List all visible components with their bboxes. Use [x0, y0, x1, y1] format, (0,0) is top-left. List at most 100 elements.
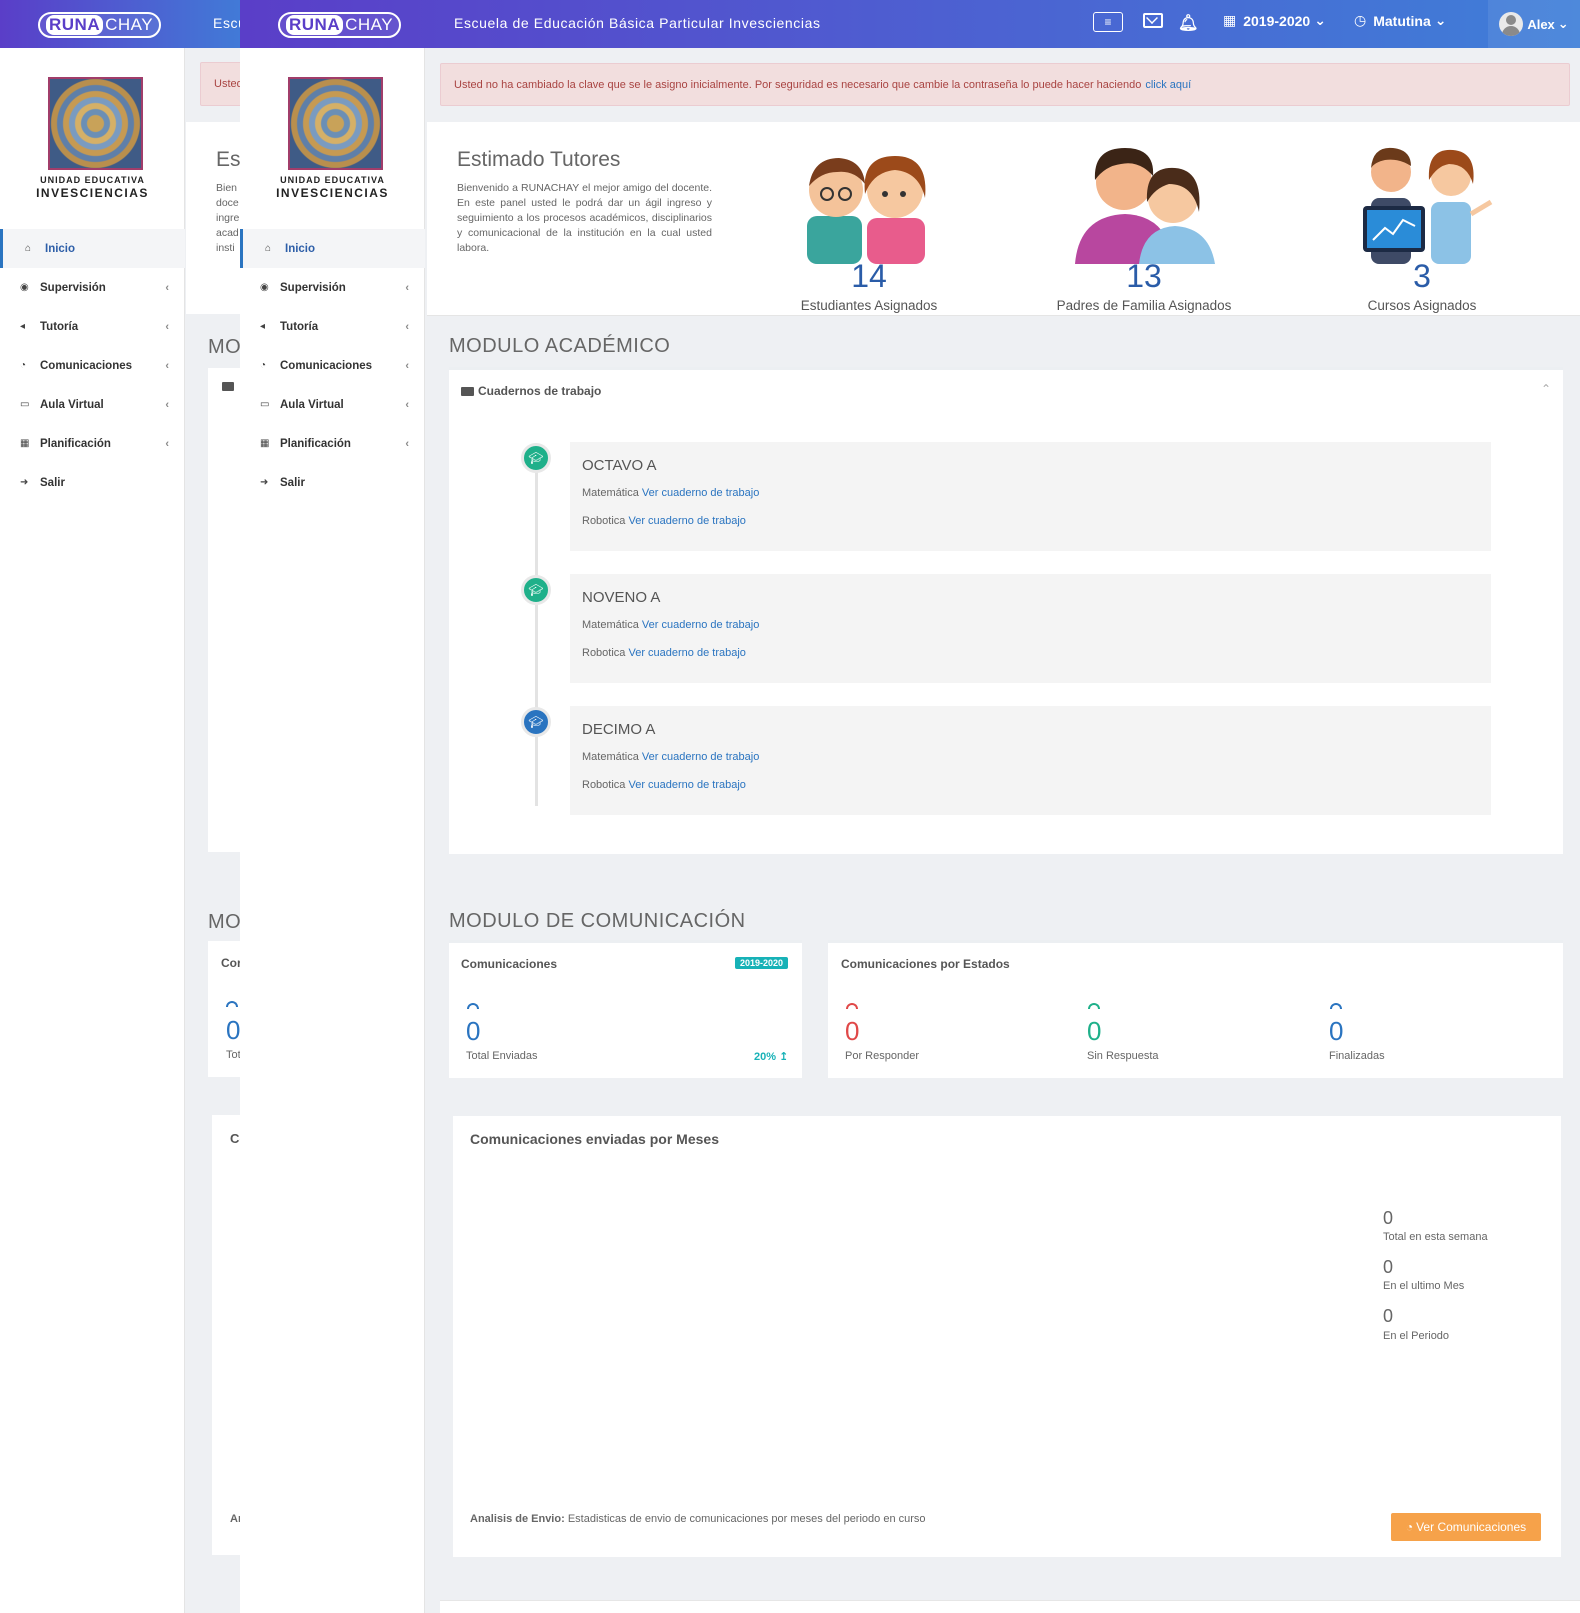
megaphone-icon: ◂ [260, 321, 266, 332]
week-total-label: Total en esta semana [1383, 1231, 1488, 1243]
home-icon: ⌂ [25, 243, 32, 254]
school-name: Escuela de Educación Básica Particular I… [454, 15, 821, 31]
ghost-menu-item-tutoria[interactable]: ◂ Tutoría ‹ [0, 307, 185, 346]
welcome-panel: Estimado Tutores Bienvenido a RUNACHAY e… [427, 122, 1580, 316]
chat-icon: ◔ [260, 360, 267, 371]
workbook-link[interactable]: Ver cuaderno de trabajo [642, 751, 759, 763]
sidebar-item-salir[interactable]: ➜ Salir [240, 463, 425, 502]
calendar-icon: ▦ [20, 438, 30, 449]
workbook-link[interactable]: Ver cuaderno de trabajo [642, 619, 759, 631]
students-illustration [807, 156, 926, 264]
avatar [1499, 12, 1524, 36]
comms-status-title: Comunicaciones por Estados [841, 957, 1010, 971]
logo-line1: UNIDAD EDUCATIVA [280, 175, 385, 185]
graduation-cap-icon: 🎓︎ [521, 707, 551, 737]
workbooks-header[interactable]: Cuadernos de trabajo [461, 384, 601, 398]
bell-icon: 🔔︎ [1178, 15, 1199, 32]
sign-out-icon: ➜ [20, 477, 29, 488]
ghost-menu: ⌂ Inicio ◉ Supervisión ‹ ◂ Tutoría ‹ ◔ Comunic… [0, 229, 185, 502]
chat-icon: ◔ [20, 360, 27, 371]
runachay-logo[interactable]: RUNA CHAY [278, 12, 402, 38]
chevron-down-icon: ⌄ [1557, 16, 1569, 31]
view-communications-button[interactable]: ◔ Ver Comunicaciones [1391, 1513, 1541, 1541]
chevron-left-icon: ‹ [405, 359, 409, 372]
workbook-link[interactable]: Ver cuaderno de trabajo [628, 515, 745, 527]
chevron-left-icon: ‹ [165, 398, 169, 411]
chevron-left-icon: ‹ [405, 320, 409, 333]
sidebar-item-supervision[interactable]: ◉ Supervisión ‹ [240, 268, 425, 307]
chevron-left-icon: ‹ [165, 281, 169, 294]
no-response-label: Sin Respuesta [1087, 1050, 1159, 1062]
courses-illustration [1363, 147, 1493, 264]
sidebar-item-inicio[interactable]: ⌂ Inicio [240, 229, 425, 268]
monthly-chart-area [470, 1166, 1350, 1606]
course-subject-row: Robotica Ver cuaderno de trabajo [582, 647, 746, 659]
workbook-link[interactable]: Ver cuaderno de trabajo [642, 487, 759, 499]
week-total-value: 0 [1383, 1208, 1394, 1228]
gauge-arc [1088, 1003, 1100, 1009]
ghost-menu-item-aula-virtual[interactable]: ▭ Aula Virtual ‹ [0, 385, 185, 424]
collapse-chevron-up-icon[interactable]: ⌃ [1541, 382, 1551, 396]
workbook-link[interactable]: Ver cuaderno de trabajo [628, 647, 745, 659]
course-subject-row: Robotica Ver cuaderno de trabajo [582, 779, 746, 791]
ghost-school-logo [48, 77, 143, 170]
home-icon: ⌂ [265, 243, 272, 254]
graduation-cap-icon: 🎓︎ [521, 443, 551, 473]
ghost-topbar: RUNA CHAY Escu [0, 0, 260, 48]
bottom-panel [440, 1600, 1580, 1613]
comms-total-card: Comunicaciones 2019-2020 0 Total Enviada… [449, 940, 802, 1078]
comms-total-title: Comunicaciones [461, 957, 558, 971]
chevron-down-icon: ⌄ [1434, 12, 1447, 28]
ghost-arc [226, 1001, 238, 1007]
sidebar-item-aula-virtual[interactable]: ▭ Aula Virtual ‹ [240, 385, 425, 424]
sidebar-item-planificacion[interactable]: ▦ Planificación ‹ [240, 424, 425, 463]
pending-label: Por Responder [845, 1050, 919, 1062]
logo-line2: INVESCIENCIAS [276, 186, 389, 200]
top-navbar: RUNA CHAY Escuela de Educación Básica Par… [240, 0, 1580, 48]
eye-icon: ◉ [260, 282, 269, 293]
menu-toggle-button[interactable]: ≡ [1093, 12, 1123, 32]
timeline-line [535, 458, 538, 806]
ghost-menu-item-inicio[interactable]: ⌂ Inicio [0, 229, 185, 268]
comms-module-title: MODULO DE COMUNICACIÓN [449, 910, 746, 932]
notifications-button[interactable]: 🔔︎ [1178, 13, 1198, 33]
ghost-sidebar: UNIDAD EDUCATIVA INVESCIENCIAS ⌂ Inicio ◉… [0, 48, 185, 1613]
period-badge: 2019-2020 [735, 957, 789, 969]
clock-icon: ◷ [1354, 12, 1367, 28]
parents-label: Padres de Familia Asignados [1056, 298, 1232, 313]
chat-icon: ◔ [1405, 1520, 1414, 1534]
sidebar-item-comunicaciones[interactable]: ◔ Comunicaciones ‹ [240, 346, 425, 385]
course-card: OCTAVO A Matemática Ver cuaderno de trab… [570, 442, 1491, 551]
laptop-icon: ▭ [20, 399, 30, 410]
laptop-icon: ▭ [260, 399, 270, 410]
workbook-link[interactable]: Ver cuaderno de trabajo [628, 779, 745, 791]
sign-out-icon: ➜ [260, 477, 269, 488]
parents-illustration [1075, 148, 1215, 264]
chevron-left-icon: ‹ [405, 281, 409, 294]
ghost-menu-item-planificacion[interactable]: ▦ Planificación ‹ [0, 424, 185, 463]
messages-button[interactable] [1143, 12, 1163, 28]
chevron-down-icon: ⌄ [1314, 12, 1326, 28]
period-total-value: 0 [1383, 1306, 1394, 1326]
chevron-left-icon: ‹ [405, 398, 409, 411]
sidebar-item-tutoria[interactable]: ◂ Tutoría ‹ [240, 307, 425, 346]
ghost-menu-item-comunicaciones[interactable]: ◔ Comunicaciones ‹ [0, 346, 185, 385]
welcome-title: Estimado Tutores [457, 148, 621, 171]
shift-dropdown[interactable]: ◷ Matutina ⌄ [1354, 12, 1447, 29]
monthly-comms-card: Comunicaciones enviadas por Meses 0 Tota… [453, 1116, 1561, 1557]
calendar-icon: ▦ [260, 438, 270, 449]
course-subject-row: Matemática Ver cuaderno de trabajo [582, 751, 760, 763]
calendar-icon: ▦ [1223, 12, 1237, 28]
period-dropdown[interactable]: ▦ 2019-2020 ⌄ [1223, 12, 1326, 29]
ghost-menu-item-salir[interactable]: ➜ Salir [0, 463, 185, 502]
analysis-text: Analisis de Envio: Estadisticas de envio… [470, 1513, 926, 1525]
chevron-left-icon: ‹ [165, 359, 169, 372]
envelope-icon [1143, 12, 1163, 28]
gauge-arc [1330, 1003, 1342, 1009]
course-name: NOVENO A [582, 589, 661, 606]
academic-module-title: MODULO ACADÉMICO [449, 335, 671, 357]
ghost-menu-item-supervision[interactable]: ◉ Supervisión ‹ [0, 268, 185, 307]
gauge-arc [467, 1003, 479, 1009]
user-menu[interactable]: Alex ⌄ [1488, 0, 1580, 48]
change-password-link[interactable]: click aquí [1145, 79, 1191, 91]
